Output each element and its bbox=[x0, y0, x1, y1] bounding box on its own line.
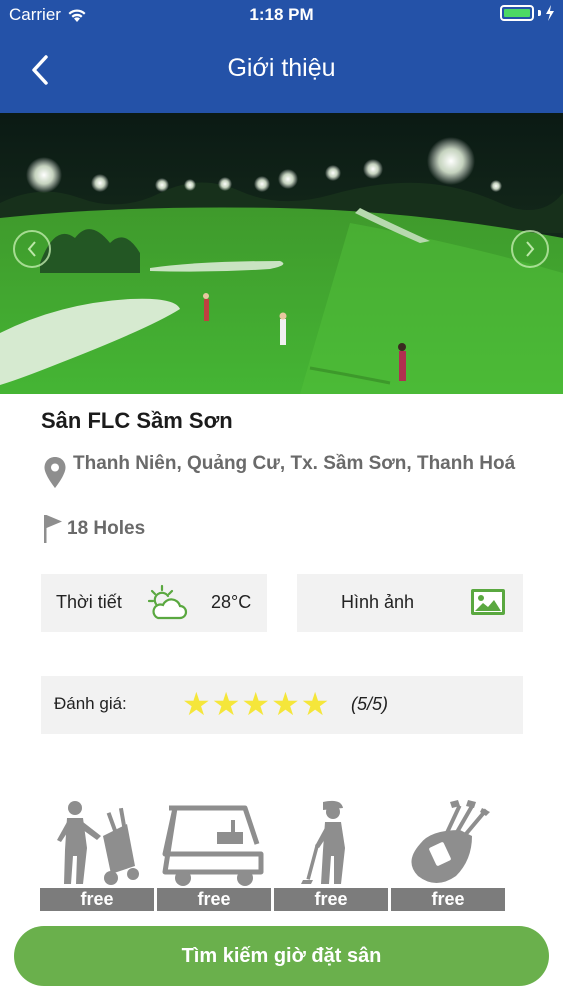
header: Carrier 1:18 PM Giới thiệu bbox=[0, 0, 563, 113]
weather-card: Thời tiết 28°C bbox=[41, 574, 267, 632]
location-pin-icon bbox=[44, 457, 66, 488]
course-photo-carousel[interactable] bbox=[0, 113, 563, 394]
service-label: free bbox=[157, 888, 271, 911]
star-icon: ★ bbox=[271, 686, 300, 722]
golfer-icon bbox=[301, 800, 345, 884]
rating-score: (5/5) bbox=[351, 694, 389, 714]
golf-cart-icon bbox=[162, 805, 264, 886]
service-label: free bbox=[274, 888, 388, 911]
star-icon: ★ bbox=[211, 686, 241, 722]
rating-card: Đánh giá: ★ ★ ★ ★ ★ (5/5) bbox=[41, 676, 523, 734]
status-bar: Carrier 1:18 PM bbox=[0, 0, 563, 30]
chevron-left-icon bbox=[27, 241, 36, 257]
rating-stars: ★ ★ ★ ★ ★ bbox=[182, 688, 329, 720]
service-caddie: free bbox=[40, 790, 154, 911]
carousel-prev-button[interactable] bbox=[13, 230, 51, 268]
partly-cloudy-icon bbox=[148, 584, 188, 620]
golf-flag-icon bbox=[44, 515, 62, 543]
image-icon bbox=[471, 589, 505, 615]
service-golfer: free bbox=[274, 790, 388, 911]
service-golf-cart: free bbox=[157, 790, 271, 911]
star-icon: ★ bbox=[241, 686, 271, 722]
course-photo bbox=[0, 113, 563, 394]
battery-icon bbox=[500, 5, 534, 21]
photos-label: Hình ảnh bbox=[341, 592, 415, 612]
page-title: Giới thiệu bbox=[227, 54, 336, 82]
temperature: 28°C bbox=[211, 592, 252, 612]
charging-icon bbox=[546, 5, 554, 21]
nav-bar: Giới thiệu bbox=[0, 40, 563, 100]
photos-button[interactable]: Hình ảnh bbox=[297, 574, 523, 632]
weather-label: Thời tiết bbox=[56, 592, 122, 612]
service-label: free bbox=[391, 888, 505, 911]
battery-indicator bbox=[500, 5, 555, 21]
holes-count: 18 Holes bbox=[67, 518, 146, 539]
service-golf-bag: free bbox=[391, 790, 505, 911]
services-list: free free free free bbox=[40, 790, 524, 911]
course-address: Thanh Niên, Quảng Cư, Tx. Sầm Sơn, Thanh… bbox=[73, 453, 516, 474]
address-row: Thanh Niên, Quảng Cư, Tx. Sầm Sơn, Thanh… bbox=[41, 451, 521, 490]
golf-bag-icon bbox=[411, 800, 490, 883]
star-icon: ★ bbox=[300, 686, 330, 722]
star-icon: ★ bbox=[182, 686, 211, 722]
caddie-icon bbox=[57, 801, 139, 885]
screen: Carrier 1:18 PM Giới thiệu Sân FLC Sầm S… bbox=[0, 0, 563, 1000]
clock: 1:18 PM bbox=[249, 5, 314, 24]
chevron-right-icon bbox=[526, 241, 535, 257]
carousel-next-button[interactable] bbox=[511, 230, 549, 268]
search-tee-time-button[interactable]: Tìm kiếm giờ đặt sân bbox=[14, 926, 549, 986]
service-label: free bbox=[40, 888, 154, 911]
holes-row: 18 Holes bbox=[41, 514, 145, 544]
rating-label: Đánh giá: bbox=[54, 694, 127, 713]
course-name: Sân FLC Sầm Sơn bbox=[41, 408, 233, 433]
